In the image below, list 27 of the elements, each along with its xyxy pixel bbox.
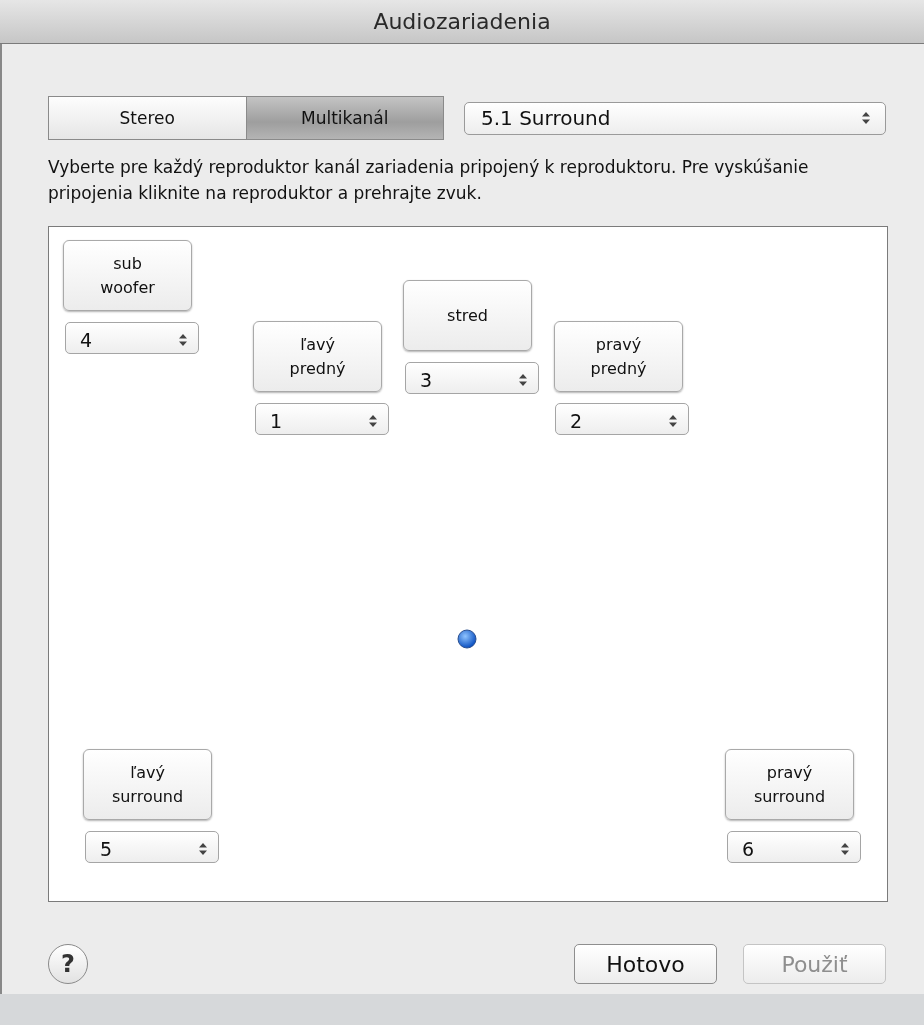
speaker-button[interactable]: ľavý surround (83, 749, 212, 820)
listener-dot-icon (457, 629, 477, 649)
mode-tab[interactable]: Stereo (49, 97, 246, 139)
layout-popup[interactable]: 5.1 Surround (464, 101, 886, 135)
help-button[interactable]: ? (48, 944, 88, 984)
stepper-arrows-icon (368, 414, 378, 428)
stepper-arrows-icon (178, 333, 188, 347)
speaker-button[interactable]: pravý surround (725, 749, 854, 820)
speaker-button[interactable]: sub woofer (63, 240, 192, 311)
stepper-arrows-icon (840, 842, 850, 856)
stepper-arrows-icon (518, 373, 528, 387)
mode-tab[interactable]: Multikanál (245, 97, 443, 139)
speaker-button[interactable]: stred (403, 280, 532, 351)
stepper-arrows-icon (198, 842, 208, 856)
speaker-button[interactable]: ľavý predný (253, 321, 382, 392)
channel-popup[interactable]: 5 (85, 831, 219, 863)
stepper-arrows-icon (668, 414, 678, 428)
channel-popup[interactable]: 1 (255, 403, 389, 435)
channel-popup[interactable]: 2 (555, 403, 689, 435)
dialog-button[interactable]: Hotovo (574, 944, 717, 984)
channel-popup[interactable]: 6 (727, 831, 861, 863)
channel-popup[interactable]: 4 (65, 322, 199, 354)
stepper-arrows-icon (861, 111, 871, 125)
channel-popup[interactable]: 3 (405, 362, 539, 394)
window-title: Audiozariadenia (373, 9, 551, 34)
speaker-button[interactable]: pravý predný (554, 321, 683, 392)
instructions-text: Vyberte pre každý reproduktor kanál zariadenia pripojený k reproduktoru. Pre vyskúšanie pripojenia kliknite na reproduktor a prehrajte zvuk. (48, 156, 810, 205)
